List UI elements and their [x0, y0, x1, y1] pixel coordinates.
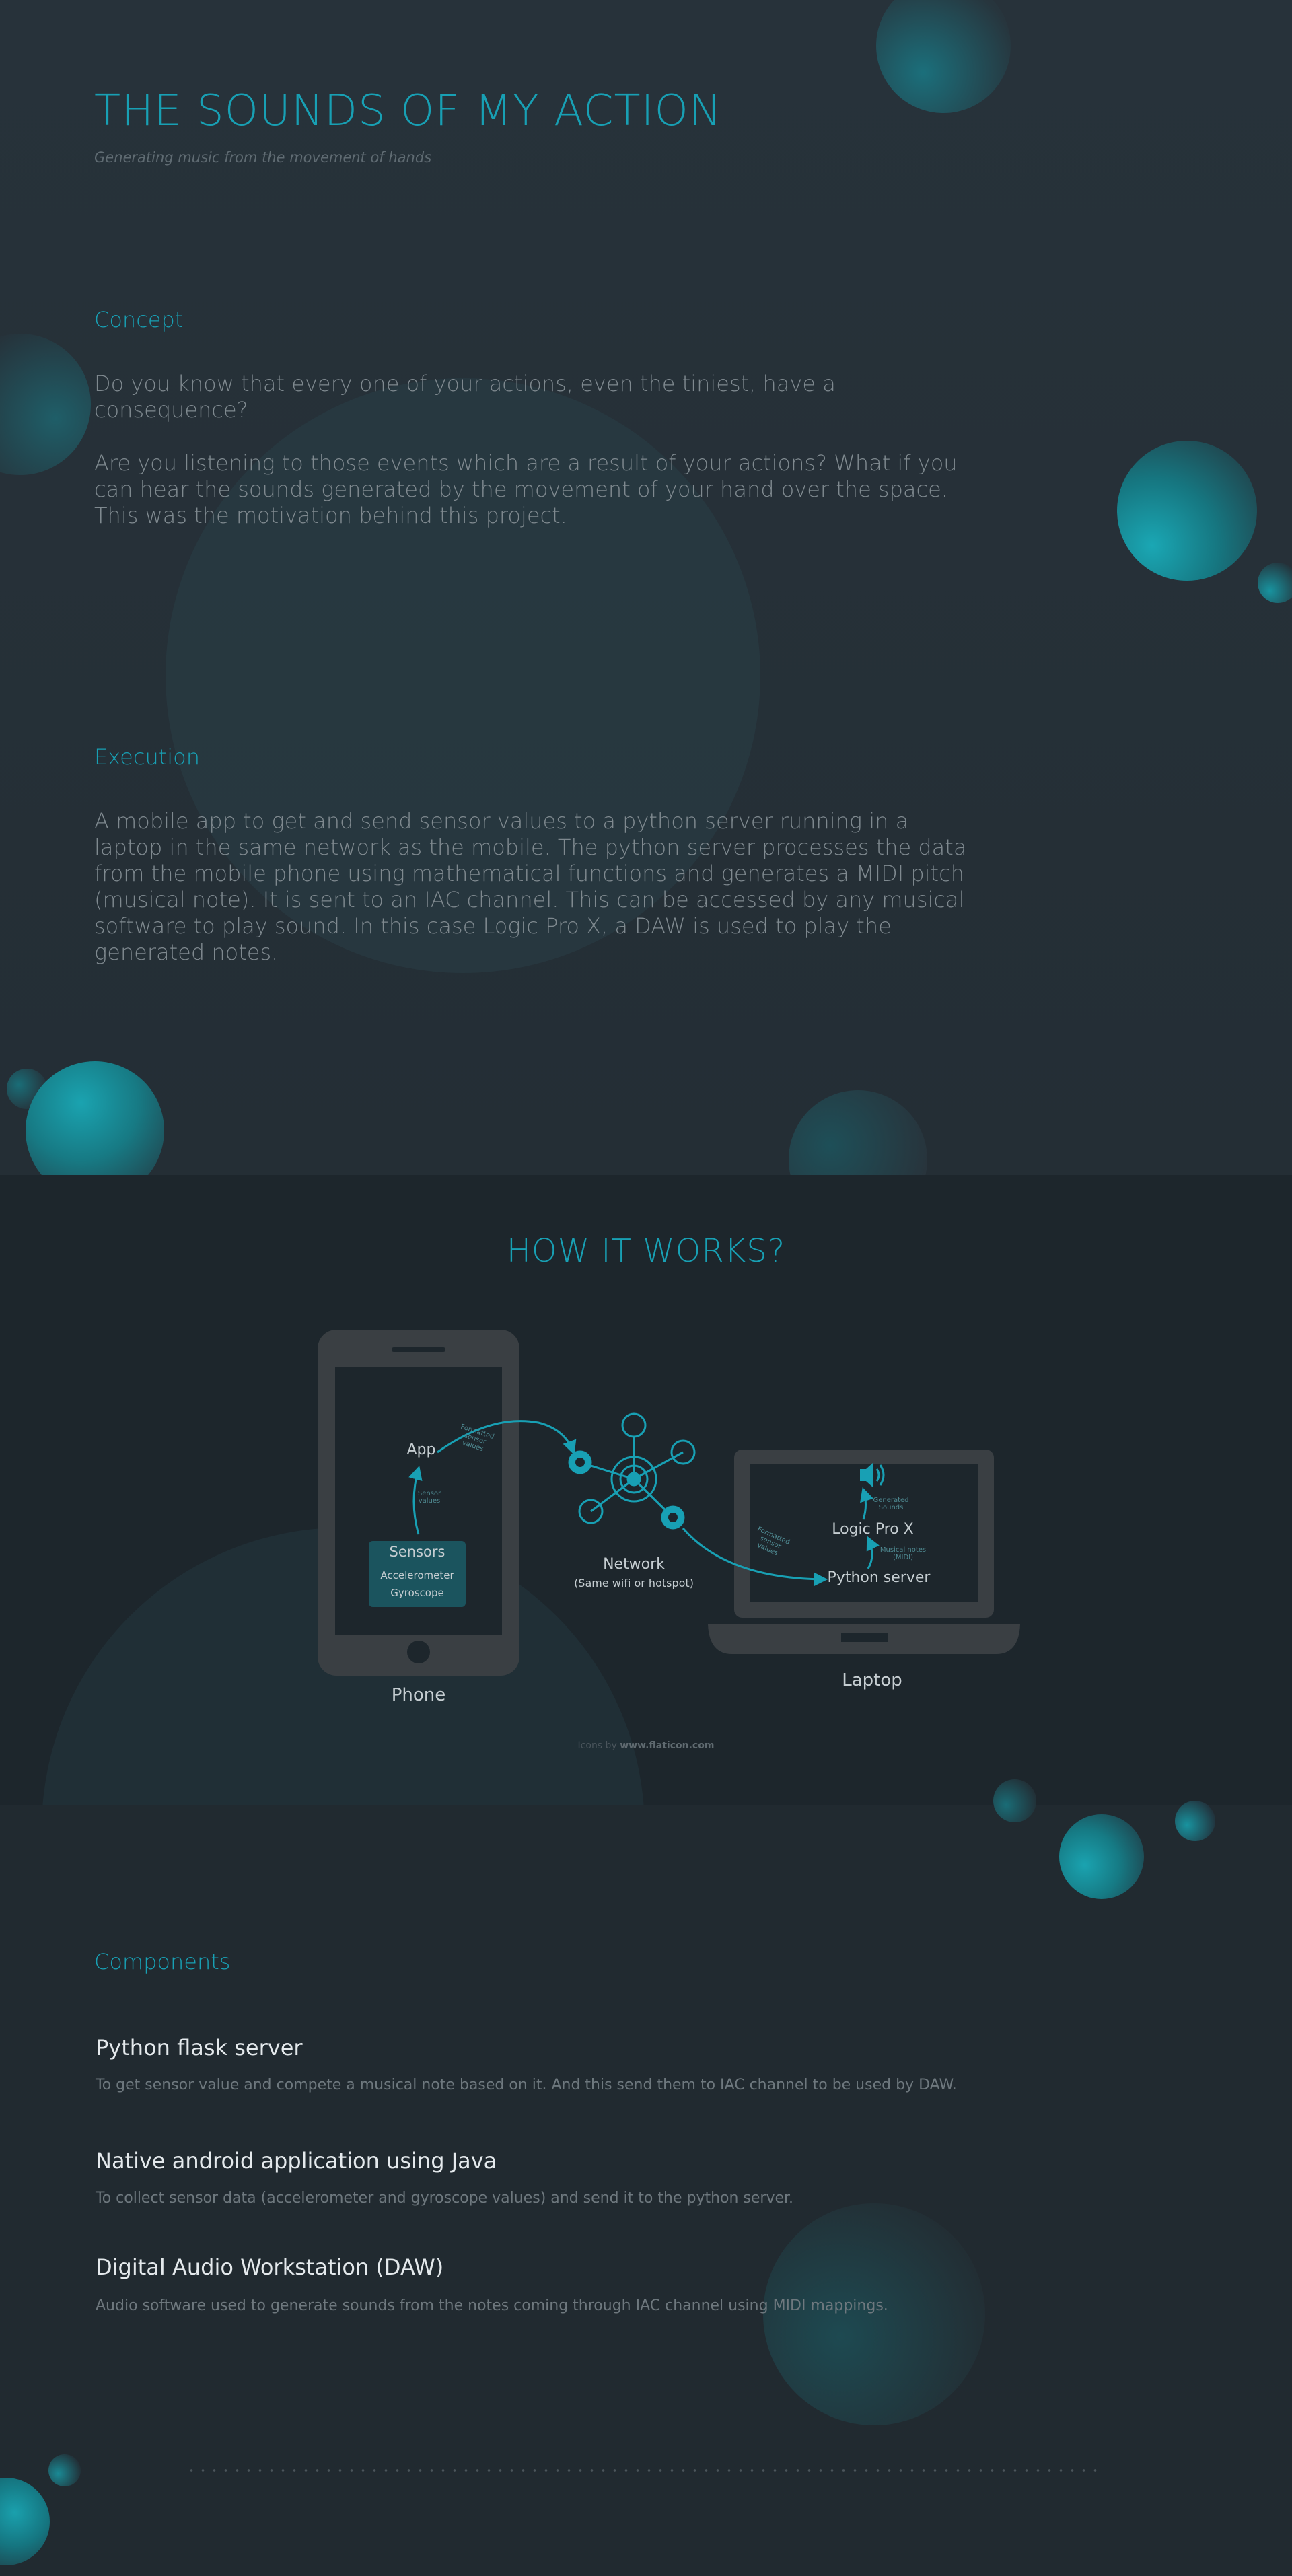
components-heading: Components [94, 1949, 231, 1974]
concept-paragraph-1: Do you know that every one of your actio… [94, 371, 836, 423]
decorative-bubble [1258, 563, 1292, 603]
icon-credit-link[interactable]: www.flaticon.com [620, 1740, 714, 1751]
midi-note: Musical notes (MIDI) [880, 1546, 927, 1561]
component-title: Python flask server [96, 2035, 303, 2061]
concept-heading: Concept [94, 307, 184, 332]
decorative-bubble [763, 2203, 985, 2425]
hero-section: THE SOUNDS OF MY ACTION Generating music… [0, 0, 1292, 1229]
architecture-diagram [318, 1330, 1020, 1676]
components-section: Components Python flask server To get se… [0, 1779, 1292, 2576]
python-server-label: Python server [827, 1569, 931, 1586]
execution-paragraph: A mobile app to get and send sensor valu… [94, 808, 967, 965]
app-label: App [406, 1441, 436, 1458]
decorative-bubble [0, 334, 91, 475]
network-hub-icon [568, 1412, 696, 1530]
decorative-bubble [1175, 1801, 1215, 1841]
decorative-bubble [0, 2478, 50, 2565]
sensor-gyroscope: Gyroscope [390, 1587, 444, 1599]
phone-label: Phone [391, 1685, 446, 1705]
laptop-label: Laptop [842, 1670, 902, 1690]
component-description: To get sensor value and compete a musica… [96, 2077, 957, 2094]
sensor-accelerometer: Accelerometer [380, 1569, 454, 1581]
component-title: Native android application using Java [96, 2148, 497, 2174]
concept-paragraph-2: Are you listening to those events which … [94, 450, 958, 528]
component-description: To collect sensor data (accelerometer an… [96, 2190, 794, 2207]
sensor-values-note: Sensor values [417, 1490, 441, 1505]
how-it-works-section: HOW IT WORKS? App Sensors Accelerometer … [0, 1175, 1292, 2131]
logic-pro-label: Logic Pro X [832, 1521, 914, 1538]
network-label: Network [603, 1556, 665, 1573]
execution-heading: Execution [94, 744, 201, 770]
decorative-bubble [48, 2454, 81, 2486]
page-title: THE SOUNDS OF MY ACTION [94, 86, 722, 136]
component-description: Audio software used to generate sounds f… [96, 2297, 888, 2314]
decorative-bubble [876, 0, 1011, 113]
page-subtitle: Generating music from the movement of ha… [94, 149, 432, 166]
network-sub-label: (Same wifi or hotspot) [574, 1577, 694, 1589]
decorative-bubble [1059, 1814, 1144, 1899]
dotted-divider [186, 2468, 1104, 2472]
sensors-title: Sensors [389, 1544, 445, 1560]
icon-credit-prefix: Icons by [577, 1740, 620, 1751]
generated-sounds-note: Generated Sounds [873, 1497, 909, 1511]
component-title: Digital Audio Workstation (DAW) [96, 2254, 444, 2280]
decorative-bubble [1117, 441, 1257, 581]
decorative-bubble [993, 1779, 1036, 1822]
icon-credit: Icons by www.flaticon.com [511, 1740, 781, 1751]
